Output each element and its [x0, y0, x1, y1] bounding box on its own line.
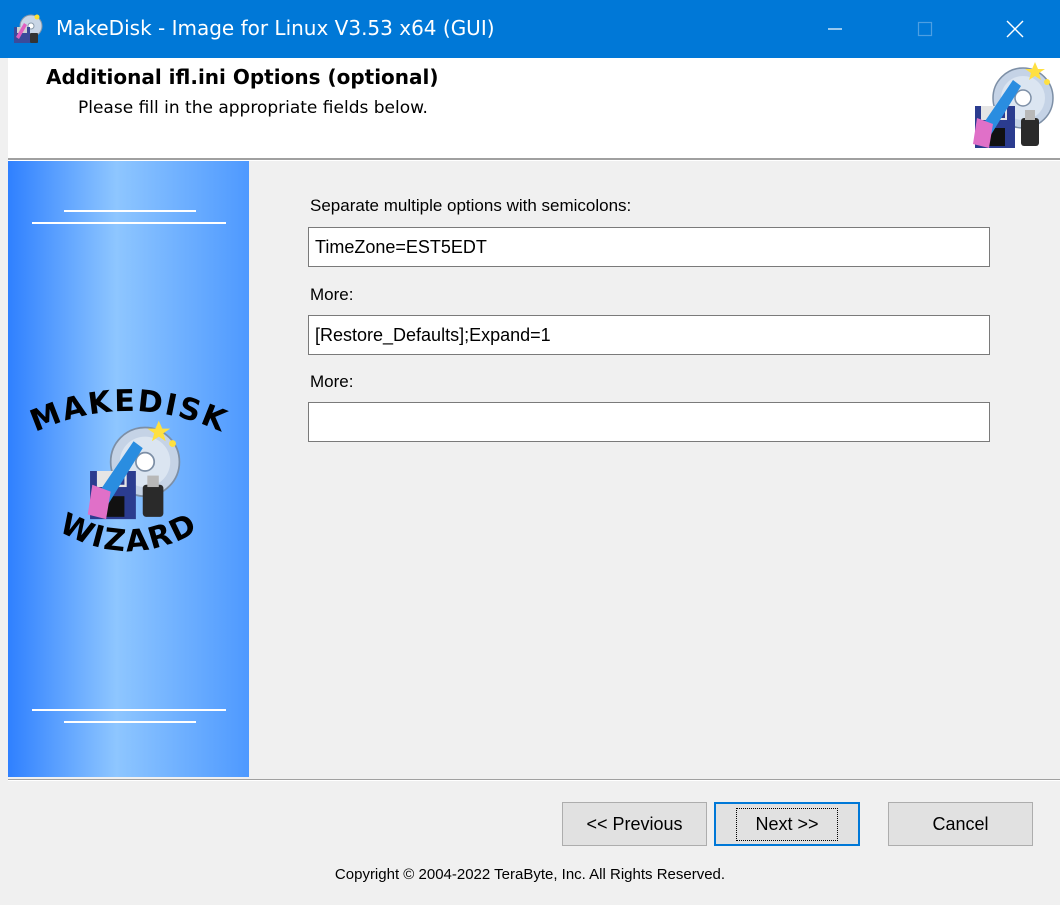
- title-bar[interactable]: MakeDisk - Image for Linux V3.53 x64 (GU…: [0, 0, 1060, 58]
- footer-divider: [8, 779, 1060, 781]
- makedisk-window: MakeDisk - Image for Linux V3.53 x64 (GU…: [0, 0, 1060, 905]
- makedisk-wizard-logo-icon: [87, 420, 181, 520]
- copyright-text: Copyright © 2004-2022 TeraByte, Inc. All…: [334, 866, 726, 883]
- close-button[interactable]: [970, 0, 1060, 58]
- wizard-header: Additional ifl.ini Options (optional) Pl…: [8, 58, 1060, 158]
- logo-text-bottom: WIZARD: [55, 511, 204, 560]
- maximize-icon: [917, 21, 933, 37]
- next-button-label: Next >>: [736, 807, 838, 841]
- options-input-3[interactable]: [308, 402, 990, 442]
- cancel-button[interactable]: Cancel: [888, 802, 1033, 846]
- minimize-icon: [828, 28, 842, 30]
- svg-text:WIZARD: WIZARD: [55, 511, 204, 560]
- more-label-1: More:: [310, 285, 354, 304]
- page-subtitle: Please fill in the appropriate fields be…: [78, 98, 428, 118]
- more-label-2: More:: [310, 372, 354, 391]
- maximize-button[interactable]: [880, 0, 970, 58]
- cancel-button-label: Cancel: [932, 813, 989, 834]
- options-input-2[interactable]: [308, 315, 990, 355]
- panel-line-top-1: [64, 210, 196, 212]
- options-label: Separate multiple options with semicolon…: [310, 196, 632, 215]
- options-input-1[interactable]: [308, 227, 990, 267]
- close-icon: [1006, 20, 1024, 38]
- previous-button[interactable]: << Previous: [562, 802, 707, 846]
- wizard-side-panel: MAKEDISK WIZARD: [8, 161, 249, 777]
- panel-line-bottom-2: [64, 721, 196, 723]
- page-title: Additional ifl.ini Options (optional): [46, 65, 439, 89]
- makedisk-app-icon: [14, 14, 43, 43]
- window-border: [0, 58, 8, 905]
- previous-button-label: << Previous: [586, 813, 683, 834]
- minimize-button[interactable]: [790, 0, 880, 58]
- panel-line-top-2: [32, 222, 226, 224]
- makedisk-wizard-icon: [973, 62, 1054, 148]
- window-title: MakeDisk - Image for Linux V3.53 x64 (GU…: [56, 16, 495, 40]
- next-button[interactable]: Next >>: [714, 802, 860, 846]
- panel-line-bottom-1: [32, 709, 226, 711]
